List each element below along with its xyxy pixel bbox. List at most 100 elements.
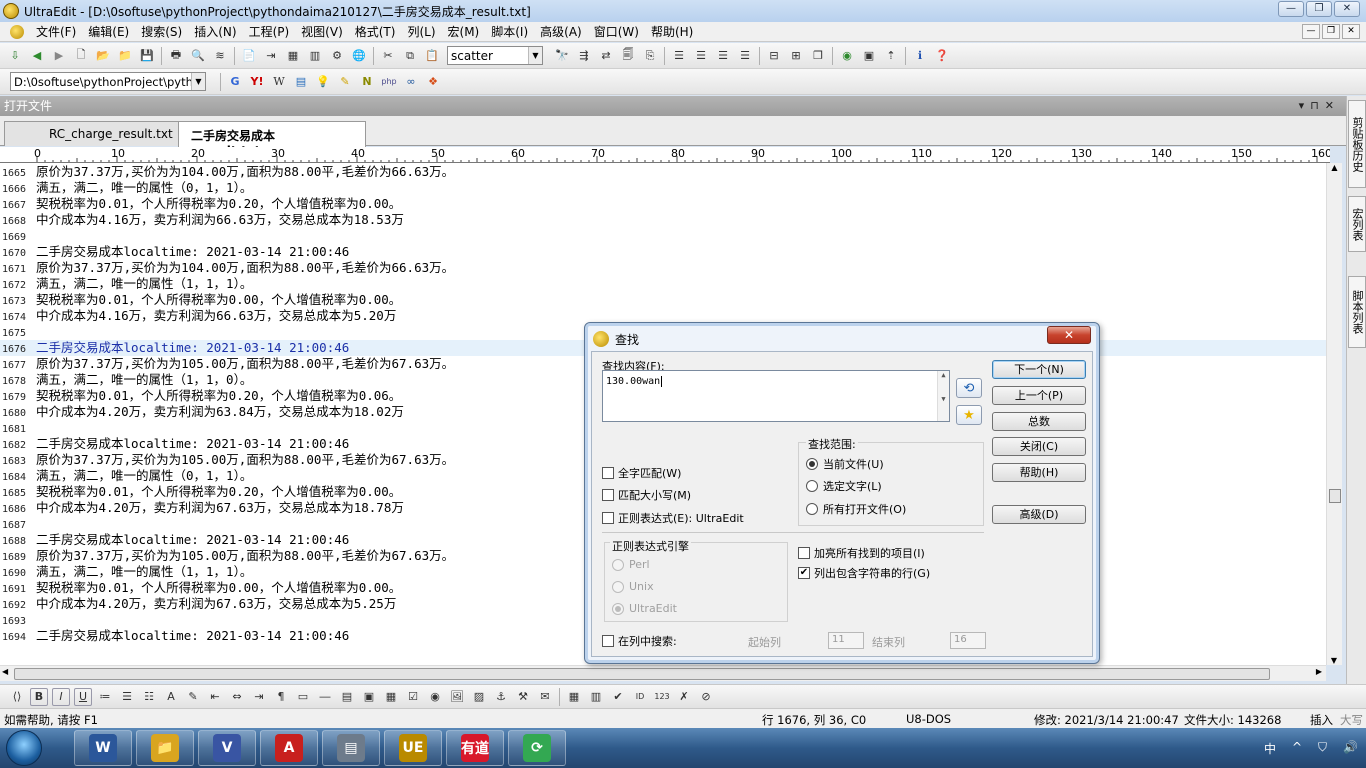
doc-restore-button[interactable]: ❐ (1322, 24, 1340, 39)
menu-edit[interactable]: 编辑(E) (82, 23, 135, 40)
email-icon[interactable]: ✉ (536, 688, 554, 706)
minimize-button[interactable]: — (1278, 1, 1304, 17)
pane-controls[interactable]: ▾⊓✕ (1299, 96, 1340, 116)
button-field-icon[interactable]: ▣ (360, 688, 378, 706)
editor-line[interactable]: 1673 契税税率为0.01，个人所得税率为0.00，个人增值税率为0.00。 (0, 292, 1326, 308)
whole-word-checkbox[interactable]: 全字匹配(W) (602, 465, 681, 481)
menu-project[interactable]: 工程(P) (243, 23, 296, 40)
start-button[interactable] (6, 730, 42, 766)
horizontal-scrollbar[interactable]: ◀ ▶ (0, 665, 1326, 681)
open-file-icon[interactable]: 📂 (94, 47, 112, 65)
textfield-icon[interactable]: ▤ (338, 688, 356, 706)
menu-script[interactable]: 脚本(I) (485, 23, 534, 40)
link-icon[interactable]: ∞ (402, 73, 420, 91)
favorites-button[interactable]: ★ (956, 405, 982, 425)
tab-rc-charge[interactable]: RC_charge_result.txt (4, 121, 180, 146)
highlight-all-checkbox[interactable]: 加亮所有找到的项目(I) (798, 545, 925, 561)
find-what-input[interactable]: 130.00wan ▲ ▼ (602, 370, 950, 422)
wikipedia-icon[interactable]: W (270, 73, 288, 91)
image-field-icon[interactable]: ▦ (382, 688, 400, 706)
match-case-checkbox[interactable]: 匹配大小写(M) (602, 487, 691, 503)
menu-search[interactable]: 搜索(S) (135, 23, 188, 40)
list-icon[interactable]: ≔ (96, 688, 114, 706)
menu-format[interactable]: 格式(T) (349, 23, 402, 40)
yahoo-icon[interactable]: Y! (248, 73, 266, 91)
menu-file[interactable]: 文件(F) (30, 23, 82, 40)
align-center-icon[interactable]: ☰ (692, 47, 710, 65)
bullet-list-icon[interactable]: ☰ (118, 688, 136, 706)
xml-icon[interactable]: ✗ (675, 688, 693, 706)
find-next-icon[interactable]: ⇶ (575, 47, 593, 65)
underline-icon[interactable]: U (74, 687, 92, 706)
advanced-button[interactable]: 高级(D) (992, 505, 1086, 524)
replace-icon[interactable]: ⇄ (597, 47, 615, 65)
editor-line[interactable]: 1665 原价为37.37万,买价为为104.00万,面积为88.00平,毛差价为… (0, 164, 1326, 180)
history-button[interactable]: ⟲ (956, 378, 982, 398)
dictionary-icon[interactable]: ✎ (336, 73, 354, 91)
column-search-checkbox[interactable]: 在列中搜索: (602, 633, 677, 649)
paragraph-icon[interactable]: ¶ (272, 688, 290, 706)
count-button[interactable]: 总数 (992, 412, 1086, 431)
copy-icon[interactable]: ⧉ (401, 47, 419, 65)
scroll-left-arrow[interactable]: ◀ (2, 667, 8, 676)
checkbox-field-icon[interactable]: ☑ (404, 688, 422, 706)
list-lines-checkbox[interactable]: ✔ 列出包含字符串的行(G) (798, 565, 930, 581)
print-preview-icon[interactable]: 🔍 (189, 47, 207, 65)
tab-second-hand-house[interactable]: 二手房交易成本_result.txt✕ (178, 121, 366, 158)
regex-engine-ultraedit-radio[interactable]: UltraEdit (612, 602, 677, 615)
forward-arrow-icon[interactable]: ▶ (50, 47, 68, 65)
new-file-icon[interactable]: 🗋 (72, 47, 90, 65)
ime-indicator[interactable]: 中 (1264, 740, 1276, 757)
stackoverflow-icon[interactable]: ▤ (292, 73, 310, 91)
scroll-right-arrow[interactable]: ▶ (1316, 667, 1322, 676)
html-tag-icon[interactable]: ⟨⟩ (8, 688, 26, 706)
start-column-input[interactable]: 11 (828, 632, 864, 649)
indent-icon[interactable]: ⇥ (262, 47, 280, 65)
status-insert-mode[interactable]: 插入 (1310, 712, 1333, 728)
doc-minimize-button[interactable]: — (1302, 24, 1320, 39)
id-icon[interactable]: ID (631, 688, 649, 706)
align-icon[interactable]: ⇤ (206, 688, 224, 706)
justify-icon[interactable]: ☰ (736, 47, 754, 65)
menu-insert[interactable]: 插入(N) (188, 23, 242, 40)
find-next-button[interactable]: 下一个(N) (992, 360, 1086, 379)
align-center-icon[interactable]: ⇔ (228, 688, 246, 706)
help-context-icon[interactable]: ❓ (933, 47, 951, 65)
editor-line[interactable]: 1670 二手房交易成本localtime: 2021-03-14 21:00:4… (0, 244, 1326, 260)
picture-icon[interactable]: ▨ (470, 688, 488, 706)
taskbar-word[interactable]: W (74, 730, 132, 766)
side-tab-macro-list[interactable]: 宏列表 (1348, 196, 1366, 252)
align-left-icon[interactable]: ☰ (670, 47, 688, 65)
google-icon[interactable]: G (226, 73, 244, 91)
counter-icon[interactable]: 123 (653, 688, 671, 706)
regex-engine-unix-radio[interactable]: Unix (612, 580, 654, 593)
side-tab-clipboard-history[interactable]: 剪贴板历史 (1348, 100, 1366, 188)
cut-icon[interactable]: ✂ (379, 47, 397, 65)
close-window-button[interactable]: ✕ (1334, 1, 1360, 17)
anchor-text-icon[interactable]: A (162, 688, 180, 706)
taskbar-youdao[interactable]: 有道 (446, 730, 504, 766)
search-combo[interactable]: scatter ▼ (447, 46, 543, 65)
image-icon[interactable]: 🖼 (448, 688, 466, 706)
menu-column[interactable]: 列(L) (401, 23, 441, 40)
back-arrow-icon[interactable]: ◀ (28, 47, 46, 65)
editor-line[interactable]: 1667 契税税率为0.01，个人所得税率为0.20，个人增值税率为0.00。 (0, 196, 1326, 212)
ftp-icon[interactable]: ⇡ (882, 47, 900, 65)
windows-icon[interactable]: ❖ (424, 73, 442, 91)
settings-icon[interactable]: ⚙ (328, 47, 346, 65)
side-tab-script-list[interactable]: 脚本列表 (1348, 276, 1366, 348)
editor-line[interactable]: 1672 满五，满二，唯一的属性（1，1，1）。 (0, 276, 1326, 292)
split-horizontal-icon[interactable]: ⊟ (765, 47, 783, 65)
save-icon[interactable]: 💾 (138, 47, 156, 65)
document-menu-icon[interactable] (10, 24, 24, 39)
radio-field-icon[interactable]: ◉ (426, 688, 444, 706)
scope-selected-text-radio[interactable]: 选定文字(L) (806, 478, 882, 494)
web-icon[interactable]: 🌐 (350, 47, 368, 65)
edit-icon[interactable]: ✎ (184, 688, 202, 706)
hr-icon[interactable]: ― (316, 688, 334, 706)
open-recent-icon[interactable]: 📁 (116, 47, 134, 65)
replace-in-files-icon[interactable]: ⎘ (641, 47, 659, 65)
volume-icon[interactable]: 🔊 (1343, 740, 1358, 757)
bold-icon[interactable]: B (30, 687, 48, 706)
scope-all-open-files-radio[interactable]: 所有打开文件(O) (806, 501, 906, 517)
